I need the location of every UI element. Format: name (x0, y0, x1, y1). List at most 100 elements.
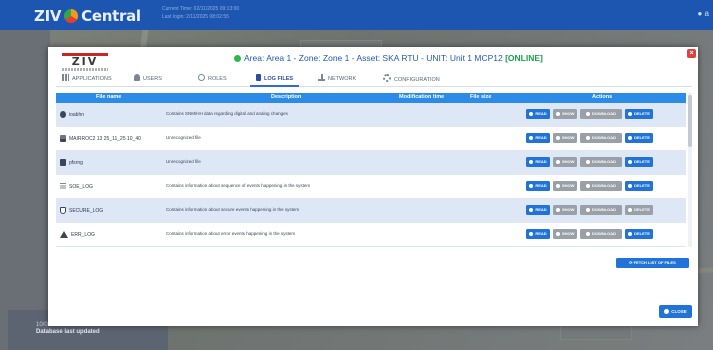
button-label: READ (535, 183, 547, 188)
disk-icon (60, 159, 66, 166)
button-label: FETCH LIST OF FILES (633, 260, 676, 265)
file-description: Contains information about sequence of e… (166, 183, 311, 188)
read-button[interactable]: READ (526, 109, 550, 119)
online-status-icon (234, 55, 241, 62)
button-label: DOWNLOAD (592, 135, 616, 140)
read-button[interactable]: READ (526, 205, 550, 215)
tab-applications[interactable]: APPLICATIONS (62, 74, 112, 82)
table-row: ioabhn Contains SNM/HH data regarding di… (56, 103, 686, 127)
title-text: Area: Area 1 - Zone: Zone 1 - Asset: SKA… (244, 53, 506, 63)
row-actions: READ SHOW DOWNLOAD DELETE (526, 157, 656, 175)
tab-configuration[interactable]: CONFIGURATION (383, 74, 440, 83)
button-label: READ (535, 207, 547, 212)
show-button[interactable]: SHOW (553, 205, 577, 215)
button-label: DOWNLOAD (592, 183, 616, 188)
button-label: DELETE (634, 135, 650, 140)
tab-network[interactable]: NETWORK (318, 74, 356, 82)
tab-label: NETWORK (328, 76, 357, 82)
file-name: MAIRROC2 13 25_11_25 10_40 (69, 136, 141, 142)
cloud-icon (529, 159, 534, 164)
file-name-cell: ioabhn (60, 111, 84, 118)
read-button[interactable]: READ (526, 133, 550, 143)
scrollbar-thumb[interactable] (688, 95, 692, 147)
file-description: Unrecognized file (166, 159, 201, 164)
download-button[interactable]: DOWNLOAD (580, 205, 622, 215)
tab-roles[interactable]: ROLES (198, 74, 227, 82)
column-file-name[interactable]: File name (96, 94, 121, 100)
button-label: DELETE (634, 231, 650, 236)
download-button[interactable]: DOWNLOAD (580, 157, 622, 167)
roles-icon (198, 74, 205, 81)
delete-button[interactable]: DELETE (625, 181, 653, 191)
user-initial: a (704, 9, 709, 18)
button-label: READ (535, 111, 547, 116)
file-description: Contains information about error events … (166, 231, 296, 236)
left-panel (0, 30, 50, 350)
download-icon (586, 159, 590, 164)
file-name: SOE_LOG (69, 184, 93, 190)
file-icon (256, 74, 261, 81)
show-button[interactable]: SHOW (553, 181, 577, 191)
delete-button[interactable]: DELETE (625, 229, 653, 239)
button-label: SHOW (562, 207, 575, 212)
read-button[interactable]: READ (526, 157, 550, 167)
button-label: DOWNLOAD (592, 207, 616, 212)
delete-button[interactable]: DELETE (625, 109, 653, 119)
fetch-list-button[interactable]: ⟳ FETCH LIST OF FILES (616, 258, 689, 268)
trash-icon (628, 207, 633, 212)
show-button[interactable]: SHOW (553, 133, 577, 143)
download-button[interactable]: DOWNLOAD (580, 229, 622, 239)
close-button[interactable]: CLOSE (659, 305, 692, 318)
close-circle-icon (664, 309, 670, 314)
table-header: File name Description Modification time … (56, 93, 686, 103)
trash-icon (628, 111, 633, 116)
table-row: ERR_LOG Contains information about error… (56, 223, 686, 247)
app-brand: ZIV Central (34, 7, 141, 25)
download-button[interactable]: DOWNLOAD (580, 181, 622, 191)
column-modification-time[interactable]: Modification time (399, 94, 444, 100)
read-button[interactable]: READ (526, 229, 550, 239)
current-time: Current Time: 02/11/2025 09:13:00 (162, 6, 240, 12)
button-label: DOWNLOAD (592, 111, 616, 116)
show-button[interactable]: SHOW (553, 109, 577, 119)
cloud-icon (529, 111, 534, 116)
table-row: SOE_LOG Contains information about seque… (56, 175, 686, 199)
button-label: DELETE (634, 111, 650, 116)
delete-button[interactable]: DELETE (625, 157, 653, 167)
column-file-size[interactable]: File size (470, 94, 491, 100)
users-icon (134, 74, 140, 81)
user-menu[interactable]: ● a (697, 9, 709, 18)
read-button[interactable]: READ (526, 181, 550, 191)
button-label: SHOW (562, 159, 575, 164)
show-button[interactable]: SHOW (553, 229, 577, 239)
download-icon (586, 135, 590, 140)
cloud-icon (529, 135, 534, 140)
button-label: SHOW (562, 135, 575, 140)
tab-log-files[interactable]: LOG FILES (249, 74, 300, 87)
column-actions: Actions (592, 94, 613, 100)
header-time: Current Time: 02/11/2025 09:13:00 Last l… (162, 5, 239, 21)
disk-icon (60, 135, 66, 142)
list-icon (60, 183, 66, 190)
show-button[interactable]: SHOW (553, 157, 577, 167)
eye-icon (556, 183, 560, 188)
tab-users[interactable]: USERS (134, 74, 162, 82)
tab-bar: APPLICATIONS USERS ROLES LOG FILES NETWO… (56, 71, 692, 87)
file-name: pfsrng (69, 160, 83, 166)
file-name-cell: pfsrng (60, 159, 83, 166)
delete-button[interactable]: DELETE (625, 133, 653, 143)
file-description: Contains SNM/HH data regarding digital a… (166, 111, 288, 116)
delete-button[interactable]: DELETE (625, 205, 653, 215)
download-button[interactable]: DOWNLOAD (580, 109, 622, 119)
column-description[interactable]: Description (271, 94, 301, 100)
row-actions: READ SHOW DOWNLOAD DELETE (526, 133, 656, 151)
tab-label: LOG FILES (264, 76, 294, 82)
tab-label: CONFIGURATION (394, 77, 440, 83)
warning-icon (60, 231, 68, 238)
table-scrollbar[interactable] (688, 93, 692, 247)
ziv-company-logo: ZIV (62, 53, 108, 68)
button-label: SHOW (562, 183, 575, 188)
row-actions: READ SHOW DOWNLOAD DELETE (526, 109, 656, 127)
close-icon[interactable]: × (687, 49, 696, 58)
download-button[interactable]: DOWNLOAD (580, 133, 622, 143)
